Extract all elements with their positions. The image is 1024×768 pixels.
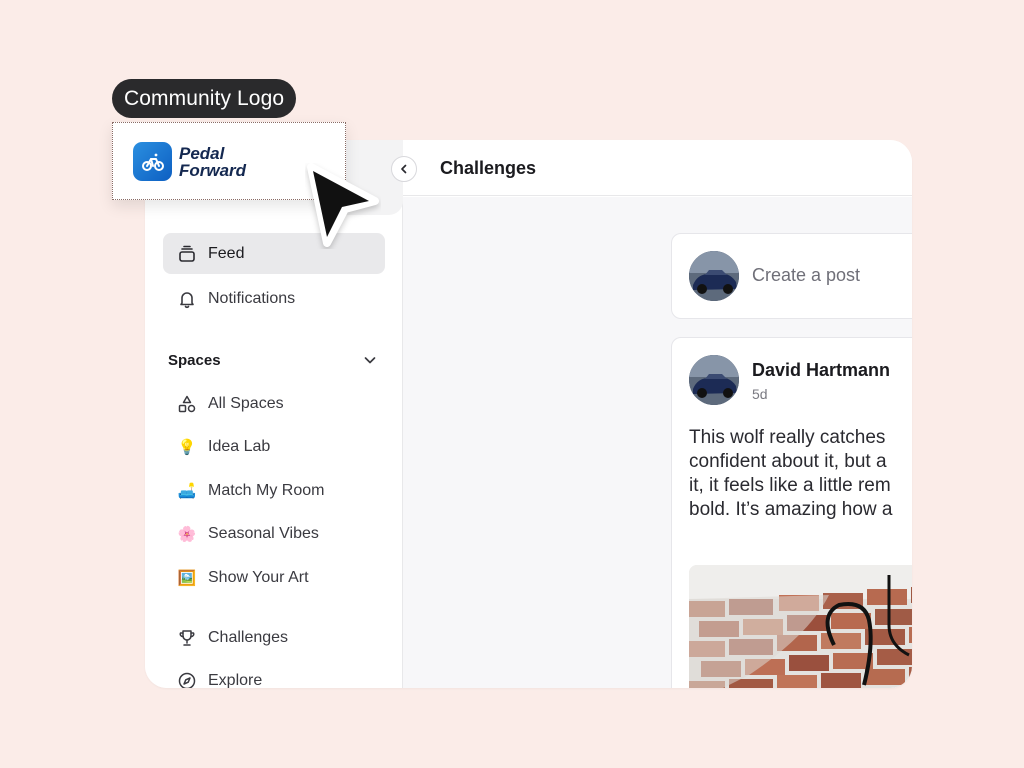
sidebar-item-seasonal-vibes[interactable]: 🌸 Seasonal Vibes (163, 513, 385, 557)
collapse-sidebar-button[interactable] (391, 156, 417, 182)
page-header: Challenges (403, 140, 912, 196)
post-author-name[interactable]: David Hartmann (752, 360, 890, 381)
community-logo-tag: Community Logo (112, 79, 297, 118)
create-post-card[interactable]: Create a post (671, 233, 912, 319)
sidebar-item-explore[interactable]: Explore (163, 659, 385, 688)
sidebar-item-notifications[interactable]: Notifications (163, 278, 385, 319)
sidebar-item-challenges[interactable]: Challenges (163, 616, 385, 659)
lightbulb-icon: 💡 (177, 439, 197, 457)
sidebar-item-all-spaces[interactable]: All Spaces (163, 382, 385, 426)
chevron-down-icon (364, 357, 376, 364)
page-title: Challenges (440, 158, 537, 178)
feed-area: Create a post David Hartmann 5d This wol… (403, 197, 912, 688)
post-timestamp[interactable]: 5d (752, 386, 768, 402)
post-image[interactable] (689, 565, 912, 688)
author-avatar[interactable] (689, 355, 739, 405)
create-post-input[interactable]: Create a post (752, 265, 860, 286)
framed-picture-icon: 🖼️ (177, 569, 197, 587)
avatar (689, 251, 739, 301)
cursor-arrow-icon (307, 163, 379, 247)
sidebar-item-idea-lab[interactable]: 💡 Idea Lab (163, 426, 385, 470)
spaces-list: All Spaces 💡 Idea Lab 🛋️ Match My Room 🌸… (163, 382, 385, 600)
sidebar-item-show-your-art[interactable]: 🖼️ Show Your Art (163, 556, 385, 600)
bell-icon (177, 289, 197, 309)
sidebar-item-match-my-room[interactable]: 🛋️ Match My Room (163, 469, 385, 513)
couch-icon: 🛋️ (177, 482, 197, 500)
post-body: This wolf really catches confident about… (689, 427, 893, 520)
post-card: David Hartmann 5d This wolf really catch… (671, 337, 912, 688)
chevron-left-icon (401, 164, 407, 174)
compass-icon (177, 671, 197, 688)
trophy-icon (177, 628, 197, 648)
bicycle-icon (133, 142, 172, 181)
community-name: Pedal Forward (179, 144, 247, 180)
flower-icon: 🌸 (177, 526, 197, 544)
shapes-icon (177, 394, 197, 414)
feed-icon (177, 244, 197, 264)
spaces-section-header[interactable]: Spaces (168, 349, 378, 371)
app-window: Feed Notifications Spaces All Spaces 💡 I… (145, 140, 912, 688)
secondary-nav: Challenges Explore (163, 616, 385, 688)
